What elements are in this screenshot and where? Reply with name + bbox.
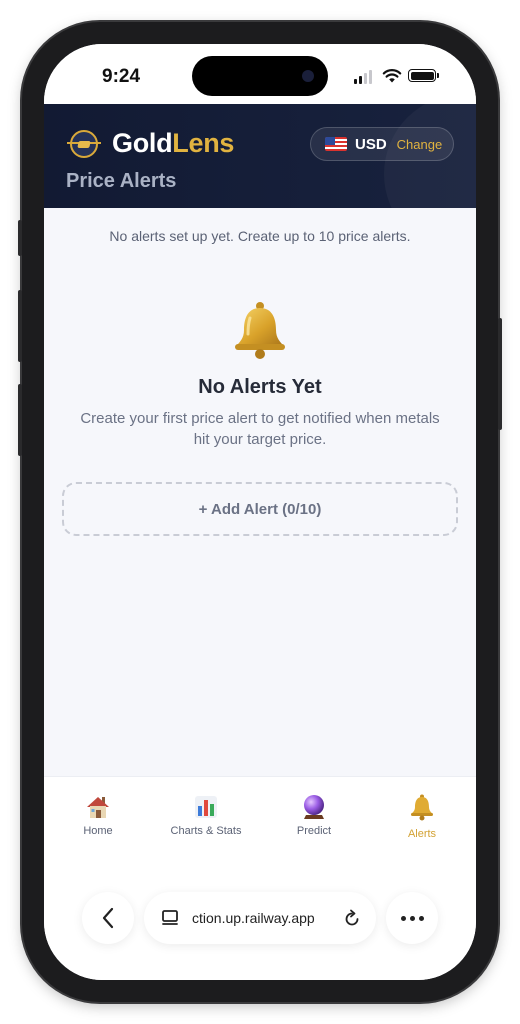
alerts-hint: No alerts set up yet. Create up to 10 pr… (109, 228, 411, 244)
app-header: GoldLens Price Alerts USD Change (44, 104, 476, 208)
currency-change-link[interactable]: Change (397, 137, 443, 152)
more-dots-icon (400, 915, 406, 921)
volume-down-button (18, 384, 22, 456)
page-title: Price Alerts (66, 170, 177, 192)
empty-state-description: Create your first price alert to get not… (80, 410, 440, 448)
status-bar: 9:24 (44, 44, 476, 104)
tab-bar: Home Charts & Stats Predict Alerts (44, 776, 476, 980)
brand-name: GoldLens (112, 128, 235, 158)
house-icon (87, 797, 109, 818)
tab-home-label: Home (83, 825, 113, 837)
tab-alerts-label: Alerts (407, 828, 437, 840)
action-button (18, 220, 22, 256)
reload-icon[interactable] (342, 908, 362, 928)
tab-charts[interactable]: Charts & Stats (152, 793, 260, 837)
tab-predict-label: Predict (296, 825, 332, 837)
us-flag-icon (325, 137, 347, 151)
tabs-icon (162, 910, 178, 925)
wifi-icon (382, 69, 402, 83)
bar-chart-icon (195, 796, 217, 818)
browser-url: ction.up.railway.app (192, 910, 315, 926)
battery-icon (408, 69, 439, 82)
currency-code: USD (355, 135, 387, 153)
tab-predict[interactable]: Predict (260, 793, 368, 837)
gold-logo-icon (67, 130, 101, 158)
camera-icon (302, 70, 314, 82)
dynamic-island (192, 56, 328, 96)
tab-alerts[interactable]: Alerts (368, 793, 476, 840)
chevron-left-icon (102, 907, 114, 929)
crystal-ball-icon (304, 795, 324, 819)
power-button (498, 318, 502, 430)
empty-state-title: No Alerts Yet (198, 376, 322, 398)
browser-back-button[interactable] (82, 892, 134, 944)
add-alert-button[interactable]: + Add Alert (0/10) (62, 482, 458, 536)
browser-more-button[interactable] (386, 892, 438, 944)
phone-screen: 9:24 GoldLens Price Alerts USD Change No… (44, 44, 476, 980)
bell-icon (235, 302, 285, 359)
tab-home[interactable]: Home (44, 793, 152, 837)
volume-up-button (18, 290, 22, 362)
status-time: 9:24 (102, 66, 141, 87)
browser-url-bar[interactable]: ction.up.railway.app (144, 892, 376, 944)
currency-selector[interactable]: USD Change (310, 127, 454, 161)
bell-icon (411, 794, 433, 821)
tab-charts-label: Charts & Stats (170, 825, 242, 837)
signal-icon (354, 70, 372, 84)
